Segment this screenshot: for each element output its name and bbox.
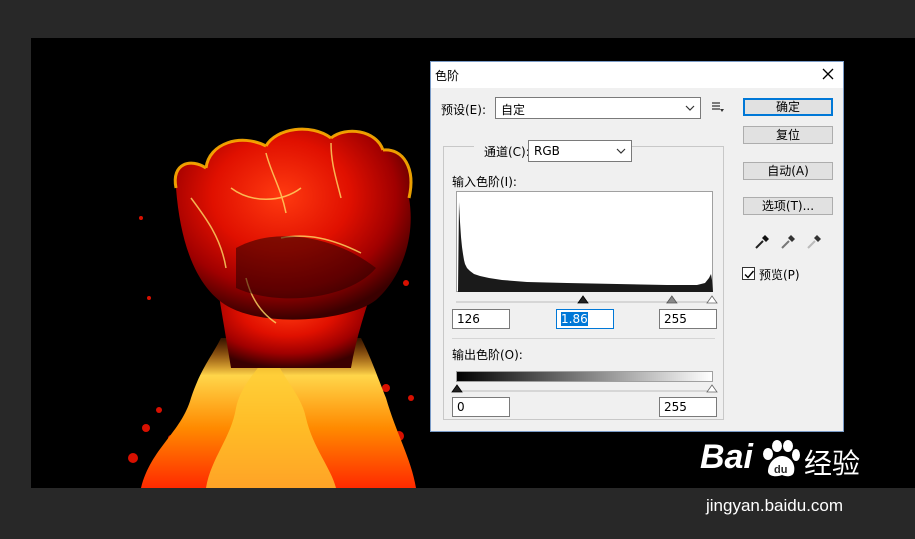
watermark-url: jingyan.baidu.com <box>706 496 844 515</box>
output-black-field[interactable]: 0 <box>452 397 510 417</box>
output-gradient-bar <box>456 371 713 382</box>
preset-value: 自定 <box>501 103 526 117</box>
input-black-value: 126 <box>457 312 480 326</box>
levels-dialog: 色阶 预设(E): 自定 确定 复位 自动(A) 选项(T)... 预览(P) … <box>430 61 844 432</box>
checkmark-icon <box>744 270 755 279</box>
channel-row: 通道(C): <box>474 137 534 159</box>
watermark-brand-right: 经验 <box>804 448 861 479</box>
output-white-point-handle[interactable] <box>706 384 718 393</box>
dialog-title: 色阶 <box>435 69 460 83</box>
chevron-down-icon <box>616 148 626 154</box>
watermark-brand-left: Bai <box>700 438 753 476</box>
preset-label: 预设(E): <box>441 103 486 117</box>
input-black-field[interactable]: 126 <box>452 309 510 329</box>
levels-group: 通道(C): RGB 输入色阶(I): 126 1.86 255 输出色阶(O)… <box>443 137 724 420</box>
output-black-value: 0 <box>457 400 465 414</box>
input-white-field[interactable]: 255 <box>659 309 717 329</box>
close-icon <box>822 68 834 80</box>
input-white-point-handle[interactable] <box>706 295 718 304</box>
preset-options-button[interactable] <box>711 101 725 113</box>
black-point-eyedropper[interactable] <box>753 233 771 251</box>
input-levels-label: 输入色阶(I): <box>452 175 517 189</box>
input-levels-slider[interactable] <box>456 293 718 304</box>
close-button[interactable] <box>819 65 837 83</box>
output-white-value: 255 <box>664 400 687 414</box>
histogram <box>456 191 713 292</box>
preset-menu-icon <box>712 102 724 112</box>
gray-eyedropper-icon <box>781 235 795 249</box>
input-white-value: 255 <box>664 312 687 326</box>
gray-point-eyedropper[interactable] <box>779 233 797 251</box>
input-gamma-field[interactable]: 1.86 <box>556 309 614 329</box>
output-levels-label: 输出色阶(O): <box>452 348 523 362</box>
preview-checkbox[interactable] <box>742 267 755 280</box>
channel-label: 通道(C): <box>484 145 530 159</box>
white-eyedropper-icon <box>807 235 821 249</box>
white-point-eyedropper[interactable] <box>805 233 823 251</box>
black-eyedropper-icon <box>755 235 769 249</box>
output-black-point-handle[interactable] <box>451 384 463 393</box>
chevron-down-icon <box>685 105 695 111</box>
channel-value: RGB <box>534 144 560 158</box>
separator <box>452 338 715 339</box>
input-gamma-value: 1.86 <box>561 312 588 326</box>
channel-select[interactable]: RGB <box>528 140 632 162</box>
options-button[interactable]: 选项(T)... <box>743 197 833 215</box>
baidu-jingyan-watermark: Bai du 经验 jingyan.baidu.com <box>700 438 900 523</box>
output-white-field[interactable]: 255 <box>659 397 717 417</box>
ok-button[interactable]: 确定 <box>743 98 833 116</box>
auto-button[interactable]: 自动(A) <box>743 162 833 180</box>
preview-label: 预览(P) <box>759 268 800 282</box>
input-black-point-handle[interactable] <box>577 295 589 304</box>
preset-select[interactable]: 自定 <box>495 97 701 119</box>
reset-button[interactable]: 复位 <box>743 126 833 144</box>
output-levels-slider[interactable] <box>451 382 718 393</box>
input-gamma-handle[interactable] <box>666 295 678 304</box>
paw-logo-icon: du <box>763 440 800 477</box>
svg-text:du: du <box>774 464 787 476</box>
dialog-titlebar[interactable]: 色阶 <box>431 62 843 88</box>
